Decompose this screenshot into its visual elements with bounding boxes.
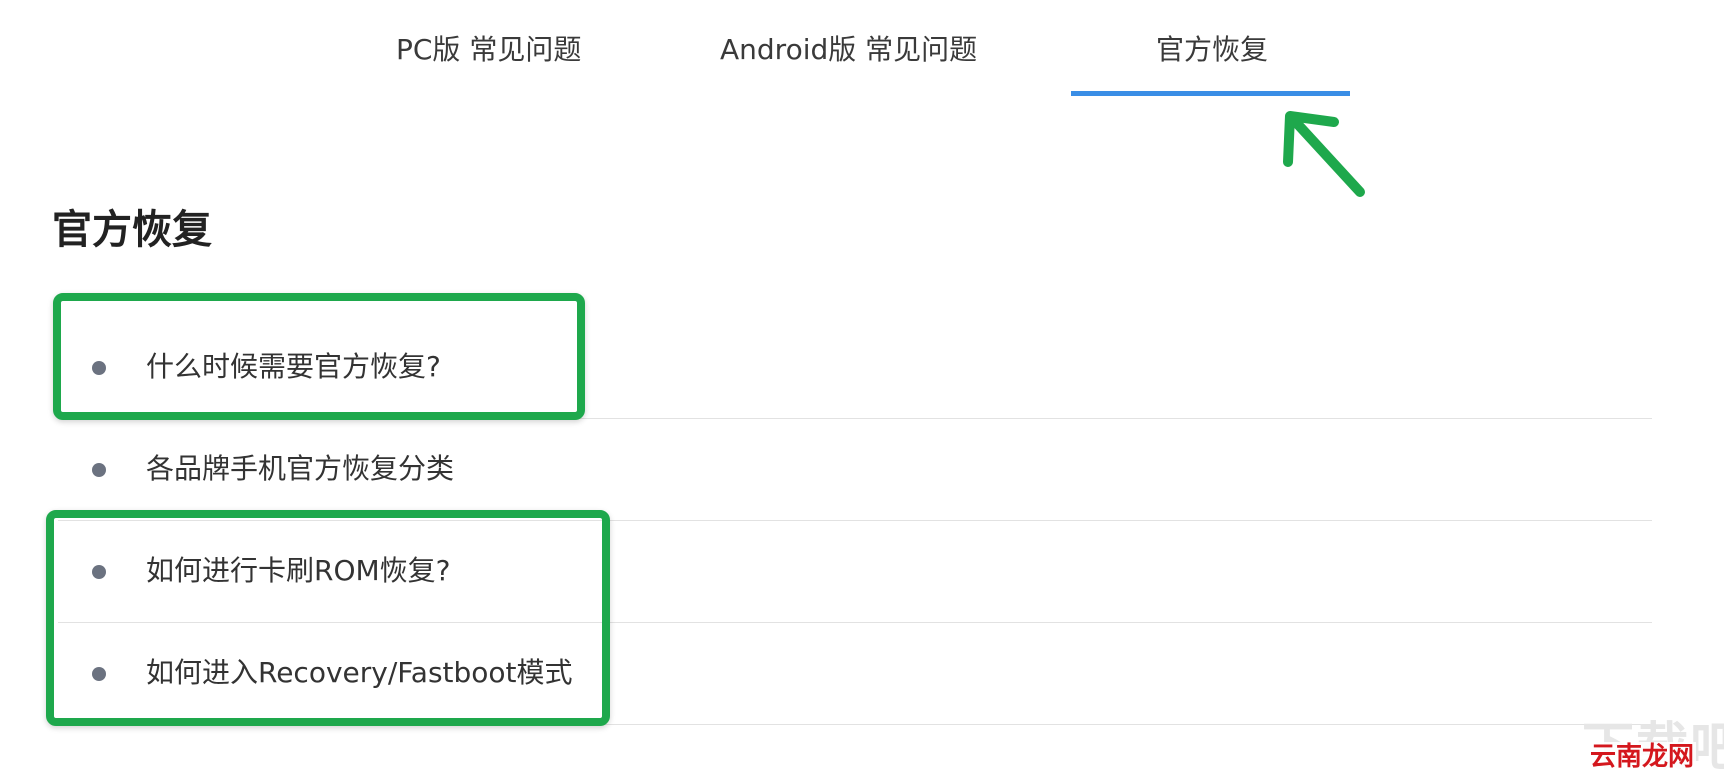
bullet-icon <box>92 463 106 477</box>
bullet-icon <box>92 361 106 375</box>
bullet-icon <box>92 565 106 579</box>
faq-item-card-flash-rom[interactable]: 如何进行卡刷ROM恢复? <box>58 521 1652 623</box>
faq-item-label: 如何进行卡刷ROM恢复? <box>146 554 451 587</box>
faq-item-label: 如何进入Recovery/Fastboot模式 <box>146 656 573 689</box>
arrow-annotation-icon <box>1283 111 1365 197</box>
page: PC版 常见问题 Android版 常见问题 官方恢复 官方恢复 什么时候需要官… <box>0 0 1724 784</box>
watermark: 下载吧 云南龙网 <box>1578 718 1724 778</box>
faq-item-label: 各品牌手机官方恢复分类 <box>146 452 455 485</box>
tab-official-recovery[interactable]: 官方恢复 <box>1156 30 1268 70</box>
section-title: 官方恢复 <box>52 207 212 253</box>
watermark-text: 云南龙网 <box>1588 742 1697 772</box>
tab-android-faq[interactable]: Android版 常见问题 <box>720 30 977 70</box>
faq-item-when-recovery[interactable]: 什么时候需要官方恢复? <box>58 317 1652 419</box>
faq-item-enter-recovery-fastboot[interactable]: 如何进入Recovery/Fastboot模式 <box>58 623 1652 725</box>
bullet-icon <box>92 667 106 681</box>
tab-pc-faq[interactable]: PC版 常见问题 <box>396 30 581 70</box>
faq-item-brand-categories[interactable]: 各品牌手机官方恢复分类 <box>58 419 1652 521</box>
active-tab-indicator <box>1071 91 1350 96</box>
faq-item-label: 什么时候需要官方恢复? <box>146 350 441 383</box>
